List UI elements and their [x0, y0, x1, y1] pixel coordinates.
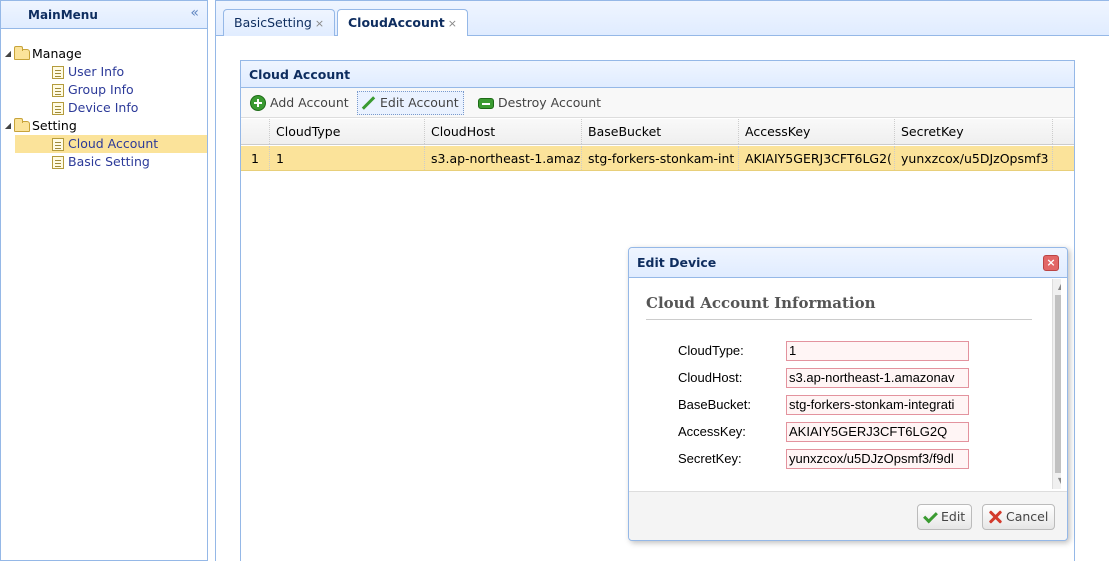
accesskey-label: AccessKey:: [678, 424, 746, 439]
expanded-arrow-icon[interactable]: ◢: [3, 117, 13, 135]
tabs-bar: BasicSetting × CloudAccount ×: [215, 0, 1109, 38]
section-title: Cloud Account Information: [646, 294, 876, 312]
cloudhost-input[interactable]: s3.ap-northeast-1.amazonav: [786, 368, 969, 388]
edit-button[interactable]: Edit: [917, 504, 973, 530]
cell-cloudhost: s3.ap-northeast-1.amaz: [425, 146, 582, 170]
minus-rectangle-icon: [478, 98, 494, 109]
column-header-basebucket[interactable]: BaseBucket: [582, 119, 739, 144]
tab-label: CloudAccount: [348, 15, 445, 30]
tab-cloud-account[interactable]: CloudAccount ×: [337, 9, 468, 38]
add-account-label: Add Account: [270, 95, 349, 110]
tree-node-label: Basic Setting: [68, 154, 150, 169]
close-icon[interactable]: ×: [1043, 255, 1059, 271]
column-header-cloudhost[interactable]: CloudHost: [425, 119, 582, 144]
x-icon: [987, 509, 1003, 525]
tab-close-icon[interactable]: ×: [315, 17, 324, 30]
secretkey-input[interactable]: yunxzcox/u5DJzOpsmf3/f9dl: [786, 449, 969, 469]
cloudhost-label: CloudHost:: [678, 370, 743, 385]
collapse-icon[interactable]: «: [190, 5, 199, 21]
accesskey-input[interactable]: AKIAIY5GERJ3CFT6LG2Q: [786, 422, 969, 442]
scroll-down-icon[interactable]: ▼: [1053, 473, 1061, 489]
cloudtype-label: CloudType:: [678, 343, 744, 358]
secretkey-label: SecretKey:: [678, 451, 742, 466]
tree-node-label: Cloud Account: [68, 136, 159, 151]
document-icon: [52, 66, 64, 79]
form-row-accesskey: AccessKey: AKIAIY5GERJ3CFT6LG2Q: [678, 422, 1058, 442]
column-header-accesskey[interactable]: AccessKey: [739, 119, 895, 144]
form-row-cloudtype: CloudType: 1: [678, 341, 1058, 361]
dialog-body: Cloud Account Information CloudType: 1 C…: [637, 279, 1061, 489]
main-menu-title: MainMenu: [28, 8, 98, 22]
section-divider: [646, 319, 1032, 320]
cell-accesskey: AKIAIY5GERJ3CFT6LG2(: [739, 146, 895, 170]
dialog-footer: Edit Cancel: [629, 491, 1067, 540]
destroy-account-label: Destroy Account: [498, 95, 602, 110]
grid-toolbar: Add Account Edit Account Destroy Account: [241, 88, 1074, 118]
tab-close-icon[interactable]: ×: [448, 17, 457, 30]
add-account-button[interactable]: Add Account: [247, 91, 354, 115]
plus-circle-icon: [250, 94, 266, 111]
scrollbar-thumb[interactable]: [1055, 295, 1061, 473]
tree-node-label: Manage: [32, 46, 82, 61]
form-row-secretkey: SecretKey: yunxzcox/u5DJzOpsmf3/f9dl: [678, 449, 1058, 469]
tree-node-setting[interactable]: ◢ Setting: [1, 117, 207, 135]
column-header-cloudtype[interactable]: CloudType: [270, 119, 425, 144]
tree-node-group-info[interactable]: Group Info: [1, 81, 207, 99]
column-header-secretkey[interactable]: SecretKey: [895, 119, 1053, 144]
edit-device-dialog: Edit Device × Cloud Account Information …: [628, 247, 1068, 541]
document-icon: [52, 156, 64, 169]
basebucket-label: BaseBucket:: [678, 397, 751, 412]
tree-node-label: User Info: [68, 64, 125, 79]
form-row-basebucket: BaseBucket: stg-forkers-stonkam-integrat…: [678, 395, 1058, 415]
cloudtype-input[interactable]: 1: [786, 341, 969, 361]
tree-node-device-info[interactable]: Device Info: [1, 99, 207, 117]
check-icon: [922, 509, 938, 525]
tree-node-label: Group Info: [68, 82, 134, 97]
edit-account-label: Edit Account: [380, 95, 459, 110]
cell-secretkey: yunxzcox/u5DJzOpsmf3: [895, 146, 1053, 170]
destroy-account-button[interactable]: Destroy Account: [475, 91, 606, 115]
cell-basebucket: stg-forkers-stonkam-int: [582, 146, 739, 170]
basebucket-input[interactable]: stg-forkers-stonkam-integrati: [786, 395, 969, 415]
cancel-button[interactable]: Cancel: [982, 504, 1056, 530]
dialog-header[interactable]: Edit Device ×: [629, 248, 1067, 278]
tree-node-user-info[interactable]: User Info: [1, 63, 207, 81]
pencil-icon: [360, 95, 376, 111]
edit-button-label: Edit: [941, 509, 966, 524]
cancel-button-label: Cancel: [1006, 509, 1049, 524]
row-number: 1: [241, 146, 270, 170]
cell-cloudtype: 1: [270, 146, 425, 170]
tab-label: BasicSetting: [234, 15, 312, 30]
main-menu-header: MainMenu «: [1, 1, 207, 29]
folder-open-icon: [14, 46, 30, 60]
form-row-cloudhost: CloudHost: s3.ap-northeast-1.amazonav: [678, 368, 1058, 388]
menu-tree: ◢ Manage User Info Group Info Device Inf…: [1, 29, 207, 171]
tree-node-manage[interactable]: ◢ Manage: [1, 45, 207, 63]
tree-node-label: Device Info: [68, 100, 139, 115]
expanded-arrow-icon[interactable]: ◢: [3, 45, 13, 63]
folder-open-icon: [14, 118, 30, 132]
document-icon: [52, 84, 64, 97]
main-menu-panel: MainMenu « ◢ Manage User Info Group Info…: [0, 0, 208, 561]
tree-node-cloud-account[interactable]: Cloud Account: [15, 135, 207, 153]
scroll-up-icon[interactable]: ▲: [1053, 279, 1061, 295]
document-icon: [52, 138, 64, 151]
dialog-scrollbar[interactable]: ▲ ▼: [1052, 279, 1061, 489]
table-row[interactable]: 1 1 s3.ap-northeast-1.amaz stg-forkers-s…: [241, 146, 1074, 171]
grid-header-row: CloudType CloudHost BaseBucket AccessKey…: [241, 119, 1074, 145]
edit-account-button[interactable]: Edit Account: [357, 91, 464, 115]
document-icon: [52, 102, 64, 115]
grid-title: Cloud Account: [241, 61, 1074, 88]
tab-basic-setting[interactable]: BasicSetting ×: [223, 9, 336, 37]
rownum-header: [241, 119, 270, 144]
tree-node-basic-setting[interactable]: Basic Setting: [1, 153, 207, 171]
dialog-title: Edit Device: [637, 255, 717, 270]
tree-node-label: Setting: [32, 118, 77, 133]
